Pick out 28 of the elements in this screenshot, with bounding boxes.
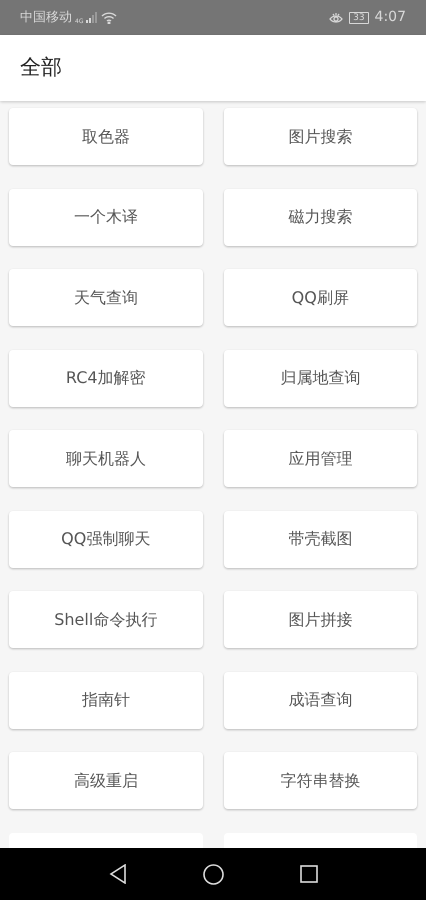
back-icon[interactable] (108, 864, 126, 884)
tool-button[interactable]: 高级重启 (9, 752, 202, 809)
tool-button[interactable]: 磁力搜索 (224, 188, 417, 246)
wifi-icon (101, 12, 118, 24)
tool-button[interactable]: 成语查询 (224, 672, 417, 728)
tool-button[interactable]: 带壳截图 (224, 510, 417, 568)
home-icon[interactable] (202, 864, 224, 884)
tool-button[interactable]: 图片拼接 (224, 591, 417, 648)
tool-button[interactable]: 归属地查询 (224, 350, 417, 406)
tool-button[interactable]: RC4加解密 (9, 350, 202, 406)
tool-button[interactable]: 天气查询 (9, 269, 202, 326)
tool-button[interactable]: QQ刷屏 (224, 269, 417, 326)
tool-button[interactable]: 图片搜索 (224, 108, 417, 165)
tool-button[interactable]: Shell命令执行 (9, 591, 202, 648)
page-title: 全部 (20, 54, 62, 82)
carrier-name: 中国移动 (20, 8, 72, 27)
clock-time: 4:07 (374, 8, 406, 27)
signal-icon (86, 12, 98, 23)
eye-icon (329, 12, 344, 24)
tool-button[interactable]: 应用管理 (224, 430, 417, 487)
tool-button[interactable]: 聊天机器人 (9, 430, 202, 487)
tool-button[interactable]: 取色器 (9, 108, 202, 165)
tool-button[interactable]: 指南针 (9, 672, 202, 728)
tool-button[interactable]: 一个木译 (9, 188, 202, 246)
battery-indicator: 33 (349, 12, 369, 24)
tool-button[interactable]: 字符串替换 (224, 752, 417, 809)
recents-icon[interactable] (300, 865, 318, 883)
tool-button[interactable]: QQ强制聊天 (9, 510, 202, 568)
